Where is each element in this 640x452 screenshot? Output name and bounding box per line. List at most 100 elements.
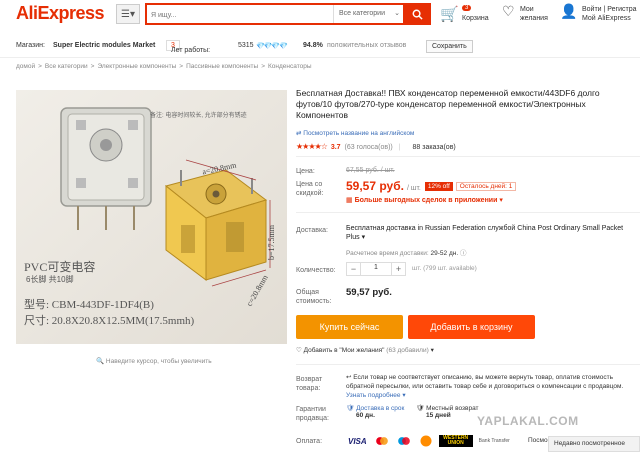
breadcrumb-passive-components[interactable]: Пассивные компоненты xyxy=(186,63,258,70)
category-select-label: Все категории xyxy=(339,10,385,17)
watermark: YAPLAKAL.COM xyxy=(477,414,579,428)
wishlist-label-line1: Мои xyxy=(520,6,534,13)
search-input[interactable] xyxy=(151,8,331,22)
sign-in-link[interactable]: Войти | Регистра xyxy=(582,6,637,13)
my-aliexpress-link[interactable]: Мой AliExpress xyxy=(582,15,631,22)
store-bar: Магазин: Super Electric modules Market Л… xyxy=(0,36,640,58)
cart-icon: 🛒 xyxy=(440,6,459,23)
quantity-minus-button[interactable]: − xyxy=(347,263,361,275)
search-icon xyxy=(412,9,423,20)
wishlist-link[interactable]: ♡ Мои желания xyxy=(502,3,554,27)
discount-price: 59,57 руб. / шт. 12% off Осталось дней: 1 xyxy=(346,179,517,193)
returns-label-line1: Возврат xyxy=(296,376,323,383)
quantity-stepper: − 1 + xyxy=(346,262,406,276)
on-time-delivery-guarantee[interactable]: 🛡 Доставка в срок 60 дн. xyxy=(346,404,404,419)
search-button[interactable] xyxy=(403,3,431,25)
app-deals-link[interactable]: ▦ Больше выгодных сделок в приложении ▾ xyxy=(346,196,503,204)
info-icon[interactable]: ⓘ xyxy=(460,250,467,257)
breadcrumb-electronic-components[interactable]: Электронные компоненты xyxy=(97,63,176,70)
heart-icon: ♡ xyxy=(296,347,302,354)
breadcrumb-capacitors[interactable]: Конденсаторы xyxy=(268,63,312,70)
image-caption-model: 型号: CBM-443DF-1DF4(B) xyxy=(24,299,154,311)
western-union-logo: WESTERN UNION xyxy=(438,435,473,447)
add-to-wishlist-link[interactable]: ♡ Добавить в "Мои желания" (63 добавили)… xyxy=(296,346,434,354)
price-unit: / шт. xyxy=(406,185,421,192)
category-menu-button[interactable]: ☰▾ xyxy=(116,4,140,24)
heart-icon: ♡ xyxy=(502,3,515,19)
total-label-line2: стоимость: xyxy=(296,298,332,305)
guarantee-label-line1: Гарантии xyxy=(296,406,326,413)
breadcrumb-all-categories[interactable]: Все категории xyxy=(45,63,88,70)
chevron-down-icon: ▾ xyxy=(361,234,366,241)
shield-icon: 🛡 xyxy=(416,405,425,412)
store-name-link[interactable]: Super Electric modules Market xyxy=(53,42,155,49)
recently-viewed-panel[interactable]: Недавно посмотренное xyxy=(548,436,640,452)
store-score: 5315 xyxy=(238,42,254,49)
quantity-input[interactable]: 1 xyxy=(361,264,391,271)
shipping-method-text: Бесплатная доставка in Russian Federatio… xyxy=(346,225,624,241)
shipping-time-value: 29-52 дн. xyxy=(430,250,459,257)
cart-label: Корзина xyxy=(462,15,489,22)
total-label: Общая стоимость: xyxy=(296,288,331,306)
local-return-value: 15 дней xyxy=(426,412,451,419)
total-price: 59,57 руб. xyxy=(346,287,392,298)
category-select[interactable]: Все категории ⌄ xyxy=(333,5,405,23)
feedback-label: положительных отзывов xyxy=(327,42,407,49)
returns-learn-more-link[interactable]: Узнать подробнее xyxy=(346,392,401,399)
rating-stars-icon: ★★★★☆ xyxy=(296,142,328,151)
product-main-image[interactable]: a=20.8mm b=17.5mm c=20.8mm 备注: 电容时间较长, 允… xyxy=(16,90,287,344)
store-years-label: Лет работы: xyxy=(171,47,211,54)
payment-label: Оплата: xyxy=(296,438,323,445)
price-label: Цена: xyxy=(296,168,315,175)
old-price: 67,55 руб. / шт. xyxy=(346,167,395,174)
shipping-time-label: Расчетное время доставки: xyxy=(346,250,429,257)
rating-votes-link[interactable]: (63 голоса(ов)) xyxy=(345,144,393,151)
translate-title-text: Посмотреть название на английском xyxy=(303,130,415,137)
buy-now-button[interactable]: Купить сейчас xyxy=(296,315,403,339)
add-to-cart-button[interactable]: Добавить в корзину xyxy=(408,315,535,339)
divider xyxy=(296,212,640,213)
discount-price-value: 59,57 руб. xyxy=(346,179,404,193)
app-deals-text: Больше выгодных сделок в приложении xyxy=(354,197,498,204)
payment-more-link[interactable]: Посмо xyxy=(528,437,548,444)
orders-count: 88 заказа(ов) xyxy=(412,144,456,151)
discount-badge: 12% off xyxy=(424,182,453,191)
store-years: Лет работы: 3 xyxy=(166,40,210,54)
discount-price-label: Цена со скидкой: xyxy=(296,180,323,198)
discount-price-label-line2: скидкой: xyxy=(296,190,324,197)
cart-count-badge: 3 xyxy=(462,5,472,11)
image-caption-title: PVC可变电容 xyxy=(24,260,96,274)
aliexpress-logo[interactable]: AliExpress xyxy=(16,3,105,24)
wishlist-count: (63 добавили) xyxy=(386,347,429,354)
cart-link[interactable]: 🛒 3 Корзина xyxy=(440,5,496,27)
qiwi-logo xyxy=(417,435,435,447)
local-return-guarantee[interactable]: 🛡 Местный возврат 15 дней xyxy=(416,404,479,419)
translate-title-link[interactable]: ⇄ Посмотреть название на английском xyxy=(296,129,414,137)
qr-code-icon: ▦ xyxy=(346,197,353,204)
payment-methods: VISA WESTERN UNION Bank Transfer xyxy=(346,434,512,448)
guarantee-label: Гарантии продавца: xyxy=(296,405,329,423)
dimension-b-label: b=17.5mm xyxy=(266,225,276,260)
divider xyxy=(296,364,640,365)
returns-policy: ↩ Если товар не соответствует описанию, … xyxy=(346,374,624,399)
mastercard-logo xyxy=(373,435,391,447)
breadcrumb-home[interactable]: домой xyxy=(16,63,35,70)
shield-icon: 🛡 xyxy=(346,405,355,412)
quantity-plus-button[interactable]: + xyxy=(391,263,405,275)
account-menu[interactable]: 👤 Войти | Регистра Мой AliExpress xyxy=(560,3,640,28)
total-label-line1: Общая xyxy=(296,289,319,296)
search-bar: Все категории ⌄ xyxy=(145,3,431,25)
on-time-delivery-label: Доставка в срок xyxy=(356,405,405,412)
zoom-hint: 🔍 Наведите курсор, чтобы увеличить xyxy=(96,357,212,365)
save-store-button[interactable]: Сохранить xyxy=(426,40,473,53)
chevron-down-icon: ⌄ xyxy=(394,10,400,17)
divider xyxy=(296,156,640,157)
hamburger-icon: ☰▾ xyxy=(121,8,135,20)
add-to-wishlist-text: Добавить в "Мои желания" xyxy=(303,347,385,354)
image-caption-size: 尺寸: 20.8X20.8X12.5MM(17.5mmh) xyxy=(24,315,195,327)
shipping-method[interactable]: Бесплатная доставка in Russian Federatio… xyxy=(346,224,636,242)
zoom-icon: 🔍 xyxy=(96,358,105,365)
top-header: AliExpress ☰▾ Все категории ⌄ 🛒 3 Корзин… xyxy=(0,0,640,32)
store-label: Магазин: xyxy=(16,42,45,49)
returns-label: Возврат товара: xyxy=(296,375,322,393)
